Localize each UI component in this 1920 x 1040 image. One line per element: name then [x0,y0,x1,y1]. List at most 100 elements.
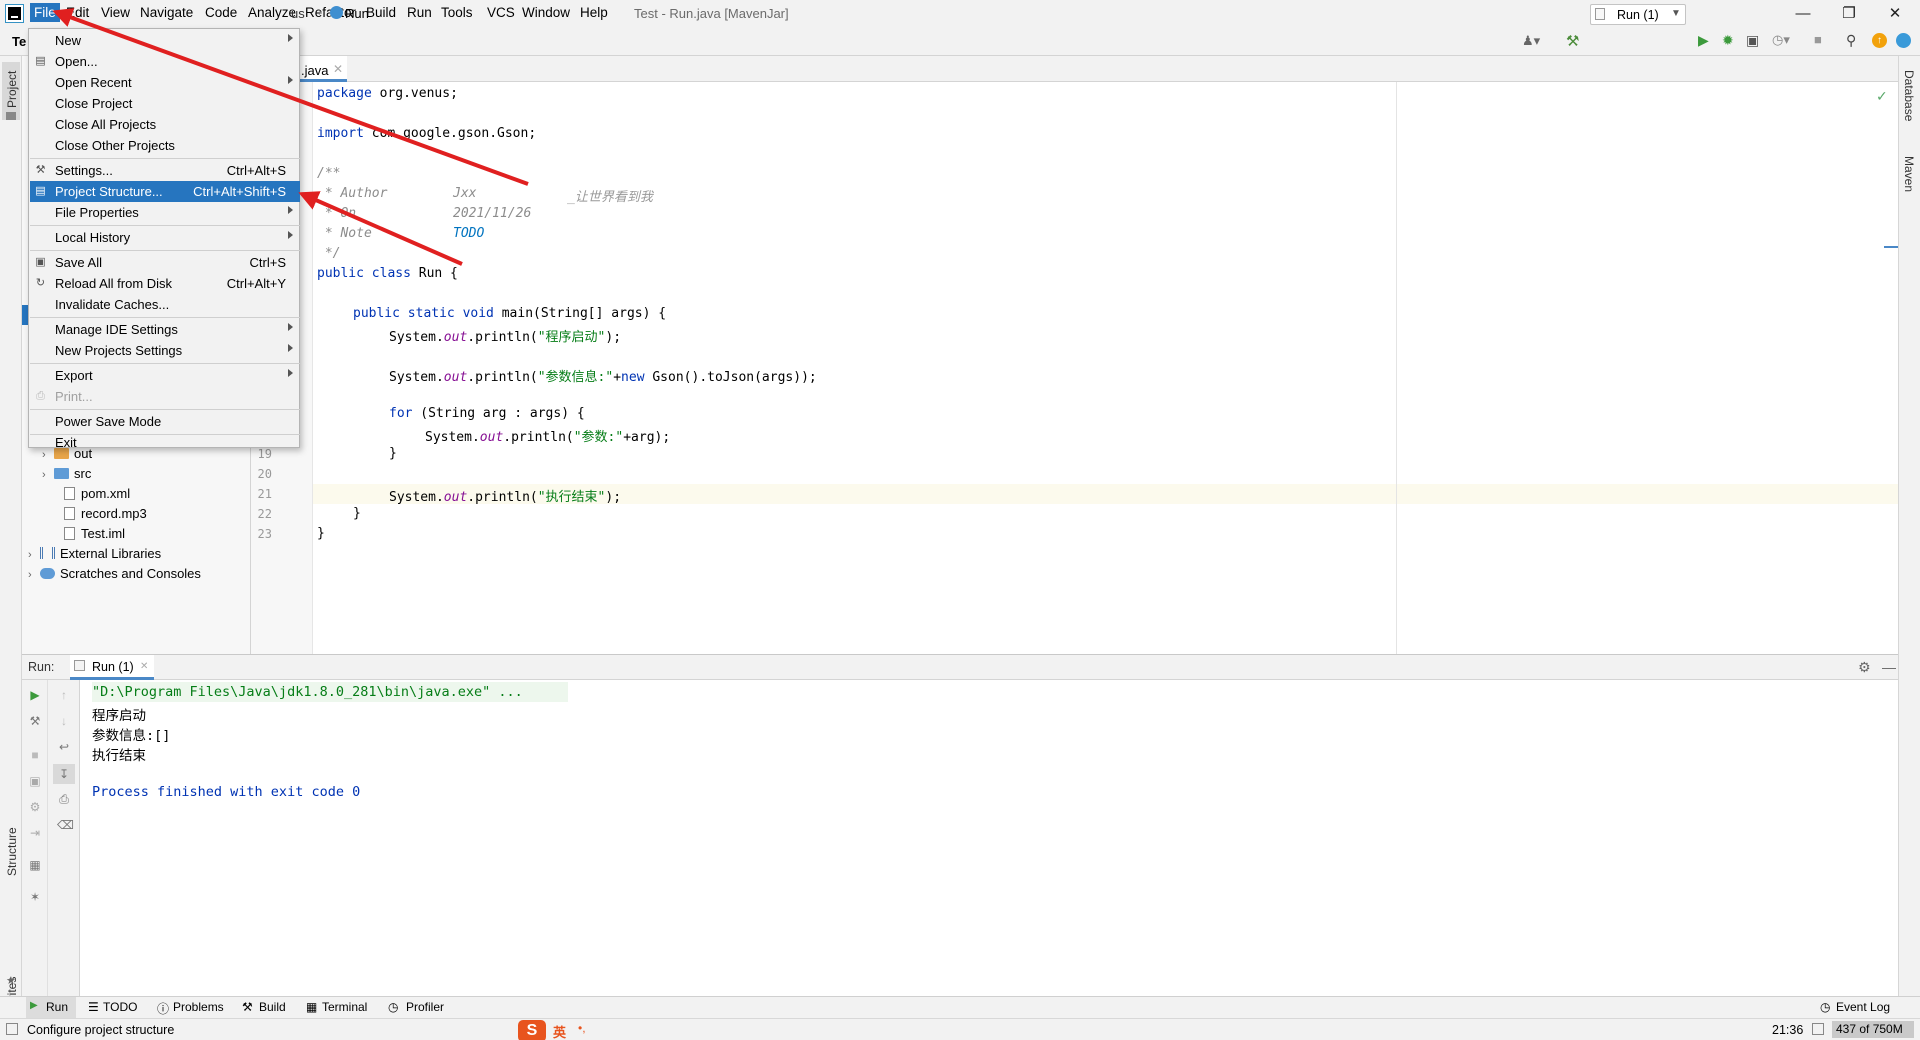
run-toolbar-primary: ▶ ⚒ ■ ▣ ⚙ ⇥ ▦ ✶ [22,680,48,996]
project-crumb[interactable]: Te [12,34,26,49]
gear-icon[interactable]: ⚙ [1858,659,1871,676]
menu-navigate[interactable]: Navigate [140,5,193,20]
tree-item-iml[interactable]: Test.iml [64,524,125,544]
close-tab-icon[interactable]: ✕ [333,62,343,76]
bottom-tab-todo[interactable]: TODO [103,1000,137,1014]
bottom-tab-event-log[interactable]: Event Log [1836,1000,1890,1014]
menu-analyze[interactable]: Analyze [248,5,296,20]
scroll-to-end-icon[interactable]: ↧ [53,764,75,784]
bottom-tab-run[interactable]: Run [46,1000,68,1014]
memory-label: 437 of 750M [1836,1022,1903,1036]
coverage-icon[interactable]: ▣ [1746,32,1759,49]
rerun-icon[interactable]: ▶ [28,688,42,702]
ime-mode[interactable]: 英 [553,1022,566,1040]
caret-position[interactable]: 21:36 [1772,1023,1803,1037]
menu-run[interactable]: Run [407,5,432,20]
lock-icon[interactable] [1812,1023,1824,1035]
layout-icon[interactable]: ▦ [28,858,42,872]
menu-item-open[interactable]: ▤ Open... [30,51,300,72]
menu-item-project-structure[interactable]: ▤ Project Structure... Ctrl+Alt+Shift+S [30,181,300,202]
menu-item-exit[interactable]: Exit [30,435,300,450]
bottom-tab-problems[interactable]: Problems [173,1000,224,1014]
breadcrumb-run[interactable]: Run [345,6,369,21]
menu-window[interactable]: Window [522,5,570,20]
bottom-tab-profiler[interactable]: Profiler [406,1000,444,1014]
run-window-label: Run: [28,660,55,674]
build-hammer-icon[interactable]: ⚒ [1566,32,1579,50]
tree-item-record[interactable]: record.mp3 [64,504,147,524]
toolbox-icon[interactable] [1896,33,1911,48]
menu-item-save-all[interactable]: ▣ Save All Ctrl+S [30,252,300,273]
trash-icon[interactable]: ⌫ [57,818,74,832]
profile-icon[interactable]: ◷▾ [1772,32,1790,48]
search-icon[interactable]: ⚲ [1846,32,1856,49]
ime-punct-icon[interactable]: •, [578,1021,586,1035]
tree-item-scratches[interactable]: › Scratches and Consoles [28,564,201,584]
menu-help[interactable]: Help [580,5,608,20]
menu-tools[interactable]: Tools [441,5,473,20]
tree-item-pom[interactable]: pom.xml [64,484,130,504]
settings-icon[interactable]: ⚙ [28,800,42,814]
debug-icon[interactable]: ✹ [1722,32,1734,49]
menu-item-power-save-mode[interactable]: Power Save Mode [30,411,300,432]
menu-item-close-project[interactable]: Close Project [30,93,300,114]
inspection-ok-icon[interactable]: ✓ [1876,88,1888,105]
status-toggle-icon[interactable] [6,1023,18,1035]
maven-tool-tab[interactable]: Maven [1902,156,1916,192]
stop-icon[interactable]: ■ [28,748,42,762]
menu-item-close-other-projects[interactable]: Close Other Projects [30,135,300,156]
menu-view[interactable]: View [101,5,130,20]
hide-icon[interactable]: — [1882,659,1896,675]
bottom-tab-build[interactable]: Build [259,1000,286,1014]
tree-item-src[interactable]: › src [42,464,91,484]
bottom-tab-terminal[interactable]: Terminal [322,1000,367,1014]
down-arrow-icon[interactable]: ↓ [57,714,71,728]
close-tab-icon[interactable]: ✕ [140,661,148,672]
stop-icon[interactable]: ■ [1814,32,1822,47]
tree-item-external-libraries[interactable]: › External Libraries [28,544,161,564]
menu-item-reload-all[interactable]: ↻ Reload All from Disk Ctrl+Alt+Y [30,273,300,294]
run-tab[interactable]: Run (1) ✕ [70,655,154,680]
menu-item-invalidate-caches[interactable]: Invalidate Caches... [30,294,300,315]
project-tool-tab[interactable]: Project [5,71,19,108]
update-icon[interactable]: ↑ [1872,33,1887,48]
user-icon[interactable]: ♟▾ [1522,33,1540,49]
wrench-icon[interactable]: ⚒ [28,714,42,728]
console-output[interactable] [80,680,1898,996]
menu-item-close-all-projects[interactable]: Close All Projects [30,114,300,135]
maximize-icon[interactable]: ❐ [1826,0,1872,28]
pin-icon[interactable]: ✶ [28,890,42,904]
menu-item-print[interactable]: ⎙ Print... [30,386,300,407]
database-tool-tab[interactable]: Database [1902,70,1916,121]
menu-item-file-properties[interactable]: File Properties [30,202,300,223]
menu-file[interactable]: File [30,3,60,22]
menu-item-manage-ide-settings[interactable]: Manage IDE Settings [30,319,300,340]
menu-item-export[interactable]: Export [30,365,300,386]
up-arrow-icon[interactable]: ↑ [57,688,71,702]
menu-code[interactable]: Code [205,5,237,20]
minimize-icon[interactable]: — [1780,0,1826,28]
menu-item-settings[interactable]: ⚒ Settings... Ctrl+Alt+S [30,160,300,181]
print-icon[interactable]: ⎙ [57,792,71,806]
camera-icon[interactable]: ▣ [28,774,42,788]
menu-edit[interactable]: Edit [66,5,89,20]
menu-build[interactable]: Build [366,5,396,20]
memory-indicator[interactable]: 437 of 750M [1832,1021,1914,1038]
exit-icon[interactable]: ⇥ [28,826,42,840]
menu-item-new-projects-settings[interactable]: New Projects Settings [30,340,300,361]
menu-item-local-history[interactable]: Local History [30,227,300,248]
close-window-icon[interactable]: ✕ [1872,0,1918,28]
intellij-logo-icon [5,4,24,23]
sogou-ime-icon[interactable]: S [518,1020,546,1040]
submenu-arrow-icon [288,369,293,377]
breadcrumb-separator-icon: › [318,5,322,19]
menu-vcs[interactable]: VCS [487,5,515,20]
menu-item-new[interactable]: New [30,30,300,51]
run-configuration-select[interactable]: Run (1) ▼ [1590,4,1686,25]
run-icon[interactable]: ▶ [1698,32,1709,49]
breadcrumb-package[interactable]: us [291,6,305,21]
soft-wrap-icon[interactable]: ↩ [57,740,71,754]
structure-tool-tab[interactable]: Structure [5,827,19,876]
chevron-right-icon: › [42,469,46,481]
menu-item-open-recent[interactable]: Open Recent [30,72,300,93]
